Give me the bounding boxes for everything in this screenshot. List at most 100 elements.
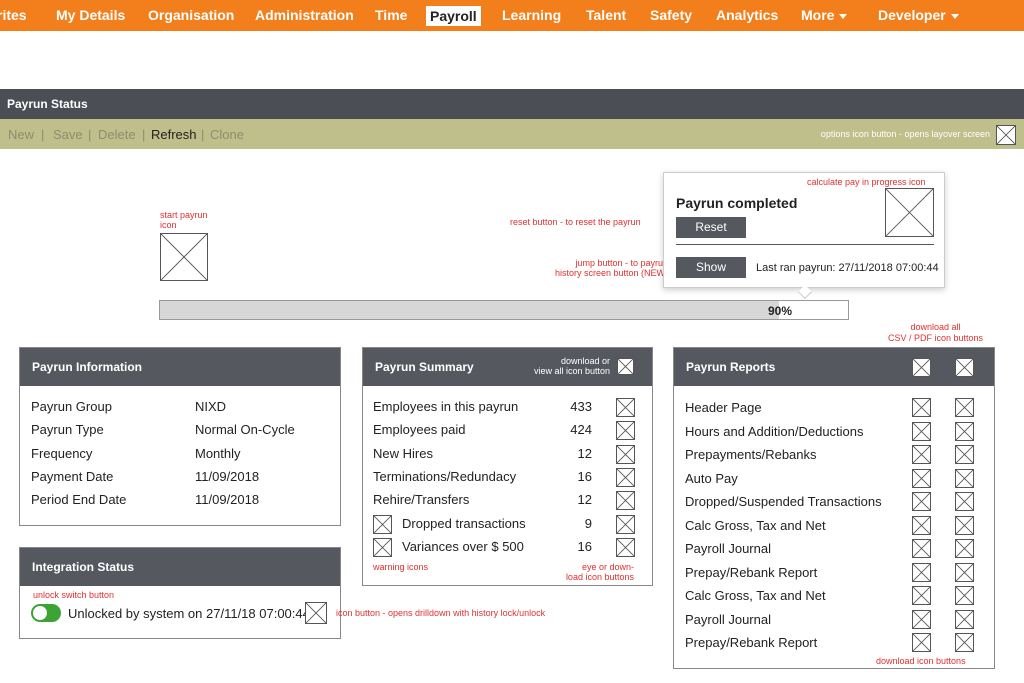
summary-label: Employees paid — [373, 422, 466, 438]
annotation-download-all: download all CSV / PDF icon buttons — [888, 322, 984, 343]
clone-button[interactable]: Clone — [210, 127, 244, 142]
nav-item-time[interactable]: Time — [375, 7, 407, 23]
download-csv-icon[interactable] — [912, 633, 931, 652]
show-button[interactable]: Show — [676, 257, 746, 278]
options-icon[interactable] — [996, 125, 1016, 145]
summary-label: Variances over $ 500 — [402, 538, 524, 554]
annotation-download-view: download or view all icon button — [533, 356, 610, 376]
download-csv-icon[interactable] — [912, 515, 931, 535]
integration-status-title: Integration Status — [20, 548, 340, 586]
download-pdf-icon[interactable] — [955, 586, 974, 605]
delete-button[interactable]: Delete — [98, 127, 136, 142]
view-download-icon[interactable] — [616, 421, 635, 441]
history-lock-icon[interactable] — [305, 602, 327, 624]
download-pdf-icon[interactable] — [955, 398, 974, 417]
download-pdf-icon[interactable] — [955, 468, 974, 488]
progress-fill — [160, 301, 780, 319]
warning-icon[interactable] — [373, 537, 392, 557]
nav-item-organisation[interactable]: Organisation — [148, 7, 234, 23]
download-csv-icon[interactable] — [912, 398, 931, 417]
report-name: Header Page — [685, 400, 762, 415]
download-pdf-icon[interactable] — [955, 445, 974, 464]
annotation-warning: warning icons — [373, 562, 429, 572]
download-csv-icon[interactable] — [912, 609, 931, 629]
save-button[interactable]: Save — [53, 127, 83, 142]
nav-item-my-details[interactable]: My Details — [56, 7, 125, 23]
popup-title: Payrun completed — [676, 195, 798, 211]
report-name: Prepay/Rebank Report — [685, 564, 818, 580]
annotation-icon-button: icon button - opens drilldown with histo… — [336, 608, 546, 618]
download-pdf-icon[interactable] — [955, 492, 974, 511]
annotation-eye: eye or down- load icon buttons — [565, 562, 634, 582]
payrun-progress-bar: 90% — [159, 300, 849, 320]
download-csv-icon[interactable] — [912, 539, 931, 558]
download-pdf-icon[interactable] — [955, 539, 974, 558]
nav-item-developer[interactable]: Developer — [878, 7, 959, 23]
nav-item-learning[interactable]: Learning — [502, 7, 561, 23]
download-pdf-icon[interactable] — [955, 633, 974, 652]
summary-value: 16 — [577, 468, 592, 484]
new-button[interactable]: New — [8, 127, 34, 142]
nav-item-talent[interactable]: Talent — [586, 7, 626, 23]
summary-value: 16 — [577, 538, 592, 554]
report-name: Calc Gross, Tax and Net — [685, 588, 826, 603]
page-title: Payrun Status — [0, 89, 1024, 119]
download-all-pdf-icon[interactable] — [955, 358, 974, 377]
download-pdf-icon[interactable] — [955, 562, 974, 582]
download-all-summary-icon[interactable] — [617, 358, 634, 375]
annotation-calc: calculate pay in progress icon — [807, 177, 926, 187]
download-csv-icon[interactable] — [912, 445, 931, 464]
summary-value: 12 — [577, 445, 592, 461]
nav-item-analytics[interactable]: Analytics — [716, 7, 778, 23]
summary-label: New Hires — [373, 445, 433, 461]
report-name: Payroll Journal — [685, 611, 771, 627]
annotation-start-payrun: start payrun icon — [160, 210, 208, 230]
popup-divider — [676, 244, 934, 245]
annotation-unlock: unlock switch button — [33, 590, 115, 600]
report-name: Payroll Journal — [685, 541, 771, 556]
options-annotation: options icon button - opens layover scre… — [820, 129, 990, 139]
view-download-icon[interactable] — [616, 491, 635, 511]
start-payrun-icon[interactable] — [160, 233, 208, 281]
info-label: Payrun Type — [31, 422, 104, 438]
download-pdf-icon[interactable] — [955, 421, 974, 441]
nav-item-safety[interactable]: Safety — [650, 7, 692, 23]
integration-status-text: Unlocked by system on 27/11/18 07:00:44 — [68, 606, 310, 621]
reset-button[interactable]: Reset — [676, 217, 746, 238]
summary-value: 9 — [584, 515, 592, 531]
warning-icon[interactable] — [373, 514, 392, 534]
refresh-button[interactable]: Refresh — [151, 127, 197, 142]
view-download-icon[interactable] — [616, 514, 635, 534]
info-label: Frequency — [31, 445, 93, 461]
download-pdf-icon[interactable] — [955, 609, 974, 629]
download-csv-icon[interactable] — [912, 586, 931, 605]
payrun-status-popup: calculate pay in progress icon Payrun co… — [663, 172, 945, 288]
report-name: Dropped/Suspended Transactions — [685, 494, 882, 509]
summary-label: Rehire/Transfers — [373, 492, 470, 508]
view-download-icon[interactable] — [616, 444, 635, 464]
download-all-csv-icon[interactable] — [912, 358, 931, 377]
summary-label: Dropped transactions — [402, 515, 526, 531]
toolbar-divider: | — [142, 127, 146, 142]
nav-item-administration[interactable]: Administration — [255, 7, 354, 23]
info-label: Payrun Group — [31, 399, 112, 414]
info-value: NIXD — [195, 399, 227, 414]
summary-label: Employees in this payrun — [373, 399, 519, 414]
download-csv-icon[interactable] — [912, 562, 931, 582]
view-download-icon[interactable] — [616, 467, 635, 487]
annotation-reset: reset button - to reset the payrun — [510, 217, 641, 227]
nav-item-favourites[interactable]: rites — [0, 7, 27, 23]
nav-item-more[interactable]: More — [801, 7, 848, 23]
download-pdf-icon[interactable] — [955, 515, 974, 535]
nav-item-payroll[interactable]: Payroll — [426, 6, 481, 26]
chevron-down-icon — [950, 13, 959, 19]
report-name: Prepay/Rebank Report — [685, 635, 818, 650]
view-download-icon[interactable] — [616, 398, 635, 417]
unlock-toggle[interactable] — [31, 604, 61, 622]
last-ran-text: Last ran payrun: 27/11/2018 07:00:44 — [756, 262, 939, 274]
download-csv-icon[interactable] — [912, 468, 931, 488]
top-navigation: rites My Details Organisation Administra… — [0, 0, 1024, 31]
view-download-icon[interactable] — [616, 537, 635, 557]
download-csv-icon[interactable] — [912, 492, 931, 511]
download-csv-icon[interactable] — [912, 421, 931, 441]
